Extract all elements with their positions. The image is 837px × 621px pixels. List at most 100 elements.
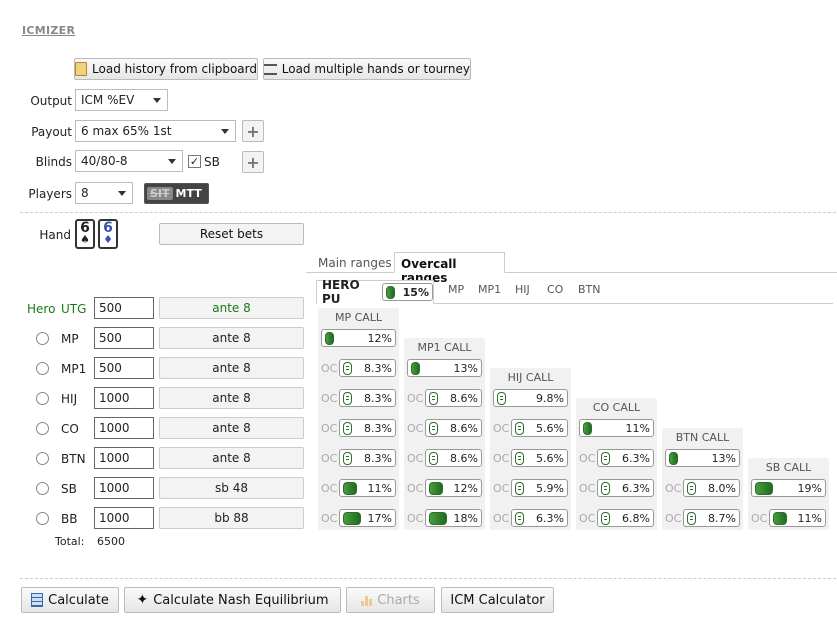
range-bar[interactable]: 13% bbox=[407, 359, 482, 377]
players-label: Players bbox=[28, 187, 72, 201]
calculate-button[interactable]: Calculate bbox=[21, 587, 119, 613]
bet-button[interactable]: ante 8 bbox=[159, 447, 304, 469]
calculate-nash-button[interactable]: ✦ Calculate Nash Equilibrium bbox=[124, 587, 341, 613]
range-pill-icon bbox=[583, 421, 592, 435]
overcall-label: OC bbox=[579, 481, 596, 495]
range-bar[interactable]: 9.8% bbox=[493, 389, 568, 407]
range-bar[interactable]: 8.7% bbox=[683, 509, 740, 527]
range-bar[interactable]: 6.8% bbox=[597, 509, 654, 527]
icm-calculator-button[interactable]: ICM Calculator bbox=[441, 587, 554, 613]
tab-main-ranges[interactable]: Main ranges bbox=[312, 252, 398, 273]
range-bar[interactable]: 8.3% bbox=[339, 419, 396, 437]
hero-radio[interactable] bbox=[36, 422, 49, 435]
hero-radio[interactable] bbox=[36, 392, 49, 405]
overcall-label: OC bbox=[321, 451, 338, 465]
range-bar[interactable]: 8.6% bbox=[425, 449, 482, 467]
hero-radio[interactable] bbox=[36, 332, 49, 345]
stack-input[interactable]: 1000 bbox=[94, 387, 154, 409]
overcall-label: OC bbox=[579, 511, 596, 525]
range-bar[interactable]: 18% bbox=[425, 509, 482, 527]
subtab-btn[interactable]: BTN bbox=[578, 283, 601, 296]
add-blinds-button[interactable]: + bbox=[242, 151, 264, 173]
hero-push-range-bar[interactable]: 15% bbox=[382, 283, 433, 301]
range-bar[interactable]: 11% bbox=[339, 479, 396, 497]
bet-button[interactable]: ante 8 bbox=[159, 327, 304, 349]
bet-button[interactable]: ante 8 bbox=[159, 297, 304, 319]
bet-button[interactable]: ante 8 bbox=[159, 387, 304, 409]
payout-select[interactable]: 6 max 65% 1st bbox=[75, 120, 236, 142]
range-bar[interactable]: 8.3% bbox=[339, 359, 396, 377]
stack-input[interactable]: 1000 bbox=[94, 447, 154, 469]
subtab-mp[interactable]: MP bbox=[448, 283, 464, 296]
load-multiple-button[interactable]: Load multiple hands or tourney bbox=[263, 58, 471, 80]
range-pill-icon bbox=[687, 511, 696, 525]
range-bar[interactable]: 19% bbox=[751, 479, 826, 497]
bet-button[interactable]: sb 48 bbox=[159, 477, 304, 499]
subtab-hij[interactable]: HIJ bbox=[515, 283, 530, 296]
stack-input[interactable]: 1000 bbox=[94, 477, 154, 499]
overcall-range: OC 8.3% bbox=[321, 389, 396, 407]
range-bar[interactable]: 8.6% bbox=[425, 419, 482, 437]
stack-input[interactable]: 500 bbox=[94, 357, 154, 379]
range-bar[interactable]: 8.6% bbox=[425, 389, 482, 407]
range-bar[interactable]: 8.3% bbox=[339, 389, 396, 407]
call-range-main: 9.8% bbox=[493, 389, 568, 407]
subtab-co[interactable]: CO bbox=[547, 283, 563, 296]
bet-button[interactable]: bb 88 bbox=[159, 507, 304, 529]
add-payout-button[interactable]: + bbox=[242, 120, 264, 142]
hands-list-icon bbox=[264, 63, 277, 75]
hero-radio[interactable] bbox=[36, 452, 49, 465]
reset-bets-button[interactable]: Reset bets bbox=[159, 223, 304, 245]
stack-input[interactable]: 1000 bbox=[94, 507, 154, 529]
tab-overcall-ranges[interactable]: Overcall ranges bbox=[394, 252, 505, 285]
output-select[interactable]: ICM %EV bbox=[75, 89, 168, 111]
overcall-label: OC bbox=[407, 421, 424, 435]
sb-checkbox[interactable]: ✓ bbox=[188, 155, 201, 168]
overcall-label: OC bbox=[665, 481, 682, 495]
hero-radio[interactable] bbox=[36, 512, 49, 525]
range-bar[interactable]: 12% bbox=[321, 329, 396, 347]
chevron-down-icon bbox=[168, 158, 176, 164]
range-bar[interactable]: 8.3% bbox=[339, 449, 396, 467]
blinds-select[interactable]: 40/80-8 bbox=[75, 150, 183, 172]
overcall-range: OC 8.3% bbox=[321, 449, 396, 467]
app-title[interactable]: ICMIZER bbox=[22, 24, 75, 37]
range-bar[interactable]: 5.6% bbox=[511, 449, 568, 467]
sit-option[interactable]: SIT bbox=[147, 187, 173, 200]
subtab-mp1[interactable]: MP1 bbox=[478, 283, 501, 296]
range-bar[interactable]: 5.9% bbox=[511, 479, 568, 497]
plus-icon: + bbox=[246, 152, 260, 172]
calculator-icon bbox=[31, 593, 44, 607]
call-column-title: MP1 CALL bbox=[417, 341, 472, 354]
range-bar[interactable]: 11% bbox=[769, 509, 826, 527]
stack-input[interactable]: 1000 bbox=[94, 417, 154, 439]
bar-chart-icon bbox=[361, 594, 373, 606]
players-select[interactable]: 8 bbox=[75, 182, 133, 204]
load-history-button[interactable]: Load history from clipboard bbox=[74, 58, 258, 80]
hand-card-2[interactable]: 6 ♦ bbox=[98, 219, 118, 249]
range-bar[interactable]: 12% bbox=[425, 479, 482, 497]
load-multiple-label: Load multiple hands or tourney bbox=[281, 62, 470, 76]
sit-mtt-toggle[interactable]: SIT MTT bbox=[144, 183, 209, 204]
range-bar[interactable]: 11% bbox=[579, 419, 654, 437]
bet-button[interactable]: ante 8 bbox=[159, 417, 304, 439]
hand-card-1[interactable]: 6 ♠ bbox=[75, 219, 95, 249]
mtt-option[interactable]: MTT bbox=[173, 187, 205, 200]
range-bar[interactable]: 13% bbox=[665, 449, 740, 467]
stack-input[interactable]: 500 bbox=[94, 327, 154, 349]
charts-button[interactable]: Charts bbox=[346, 587, 435, 613]
hero-push-subtab[interactable]: HERO PU 15% bbox=[316, 278, 434, 306]
range-bar[interactable]: 6.3% bbox=[511, 509, 568, 527]
range-percent: 6.8% bbox=[622, 511, 650, 525]
stack-input[interactable]: 500 bbox=[94, 297, 154, 319]
range-bar[interactable]: 8.0% bbox=[683, 479, 740, 497]
crosshair-icon: ✦ bbox=[136, 592, 149, 608]
bet-button[interactable]: ante 8 bbox=[159, 357, 304, 379]
range-bar[interactable]: 17% bbox=[339, 509, 396, 527]
hero-radio[interactable] bbox=[36, 482, 49, 495]
hero-radio[interactable] bbox=[36, 362, 49, 375]
call-range-main: 19% bbox=[751, 479, 826, 497]
range-bar[interactable]: 5.6% bbox=[511, 419, 568, 437]
range-bar[interactable]: 6.3% bbox=[597, 479, 654, 497]
range-bar[interactable]: 6.3% bbox=[597, 449, 654, 467]
